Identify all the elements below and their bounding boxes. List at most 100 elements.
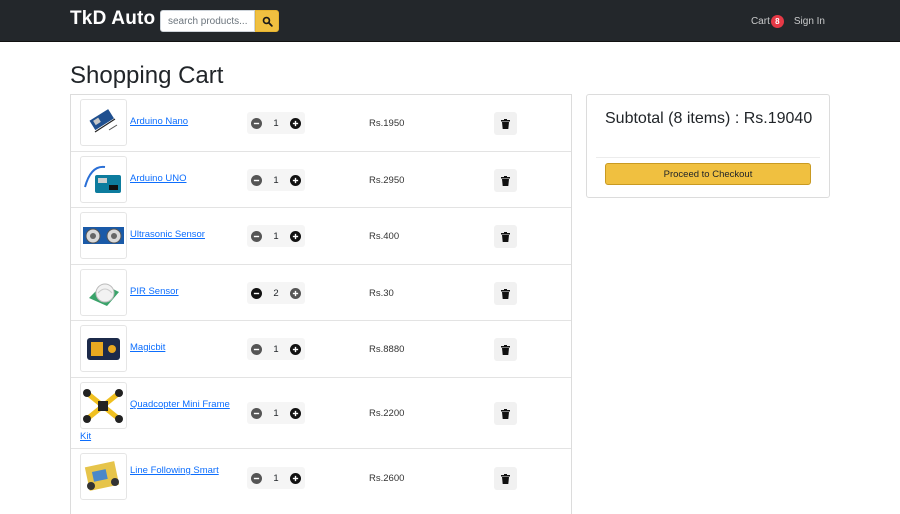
minus-icon: [253, 412, 260, 414]
decrease-quantity-button[interactable]: [251, 472, 262, 484]
quantity-stepper: 1: [247, 402, 305, 424]
minus-icon: [253, 235, 260, 237]
brand-logo[interactable]: TkD Auto: [70, 8, 155, 30]
product-image: [80, 212, 127, 259]
increase-quantity-button[interactable]: [289, 407, 301, 419]
search-form: [160, 10, 279, 32]
cart-item-row: Quadcopter Mini Frame Kit 1 Rs.2200: [71, 378, 571, 449]
search-input[interactable]: [160, 10, 255, 32]
cart-list: Arduino Nano 1 Rs.1950 Arduino UNO 1 Rs.…: [70, 94, 572, 514]
cart-item-row: Line Following Smart 1 Rs.2600: [71, 449, 571, 509]
decrease-quantity-button[interactable]: [251, 407, 262, 419]
cart-item-row: Arduino UNO 1 Rs.2950: [71, 152, 571, 208]
product-image: [80, 325, 127, 372]
cart-item-row: Arduino Nano 1 Rs.1950: [71, 95, 571, 152]
product-image: [80, 269, 127, 316]
subtotal-text: Subtotal (8 items) : Rs.19040: [605, 110, 813, 127]
trash-icon: [501, 231, 510, 242]
product-image: [80, 99, 127, 146]
increase-quantity-button[interactable]: [289, 230, 301, 242]
cart-item-row: PIR Sensor 2 Rs.30: [71, 265, 571, 321]
increase-quantity-button[interactable]: [289, 117, 301, 129]
quantity-value: 1: [273, 407, 279, 419]
search-icon: [262, 16, 273, 27]
increase-quantity-button[interactable]: [289, 287, 301, 299]
plus-icon: [292, 410, 299, 416]
decrease-quantity-button[interactable]: [251, 174, 262, 186]
quantity-stepper: 1: [247, 169, 305, 191]
decrease-quantity-button[interactable]: [251, 117, 262, 129]
product-image: [80, 453, 127, 500]
decrease-quantity-button[interactable]: [251, 287, 262, 299]
cart-label: Cart: [750, 16, 770, 27]
order-summary-card: Subtotal (8 items) : Rs.19040 Proceed to…: [586, 94, 830, 198]
trash-icon: [501, 408, 510, 419]
minus-icon: [253, 292, 260, 294]
quantity-value: 1: [273, 343, 279, 355]
remove-item-button[interactable]: [494, 112, 517, 135]
quantity-value: 1: [273, 174, 279, 186]
cart-link[interactable]: Cart 8: [751, 15, 784, 28]
minus-icon: [253, 179, 260, 181]
increase-quantity-button[interactable]: [289, 343, 301, 355]
item-price: Rs.8880: [369, 344, 405, 355]
quantity-value: 2: [273, 287, 279, 299]
quantity-stepper: 2: [247, 282, 305, 304]
minus-icon: [253, 348, 260, 350]
decrease-quantity-button[interactable]: [251, 343, 262, 355]
quantity-stepper: 1: [247, 467, 305, 489]
product-link[interactable]: PIR Sensor: [130, 286, 179, 297]
item-price: Rs.2200: [369, 408, 405, 419]
quantity-value: 1: [273, 472, 279, 484]
search-button[interactable]: [255, 10, 279, 32]
product-link[interactable]: Ultrasonic Sensor: [130, 229, 205, 240]
product-image: [80, 382, 127, 429]
cart-count-badge: 8: [770, 15, 784, 28]
quantity-value: 1: [273, 230, 279, 242]
plus-icon: [292, 475, 299, 481]
product-link[interactable]: Arduino Nano: [130, 116, 188, 127]
trash-icon: [501, 175, 510, 186]
plus-icon: [292, 346, 299, 352]
plus-icon: [292, 233, 299, 239]
quantity-value: 1: [273, 117, 279, 129]
nav-right: Cart 8 Sign In: [751, 15, 825, 28]
plus-icon: [292, 177, 299, 183]
trash-icon: [501, 344, 510, 355]
item-price: Rs.30: [369, 288, 394, 299]
item-price: Rs.400: [369, 231, 400, 242]
product-link[interactable]: Arduino UNO: [130, 173, 187, 184]
remove-item-button[interactable]: [494, 169, 517, 192]
trash-icon: [501, 288, 510, 299]
cart-item-row: Magicbit 1 Rs.8880: [71, 321, 571, 378]
item-price: Rs.2950: [369, 175, 405, 186]
item-price: Rs.2600: [369, 473, 405, 484]
quantity-stepper: 1: [247, 112, 305, 134]
remove-item-button[interactable]: [494, 402, 517, 425]
summary-divider: [596, 157, 820, 158]
product-link[interactable]: Line Following Smart: [130, 465, 219, 476]
plus-icon: [292, 120, 299, 126]
cart-item-row: Ultrasonic Sensor 1 Rs.400: [71, 208, 571, 265]
minus-icon: [253, 477, 260, 479]
increase-quantity-button[interactable]: [289, 174, 301, 186]
remove-item-button[interactable]: [494, 338, 517, 361]
remove-item-button[interactable]: [494, 225, 517, 248]
plus-icon: [292, 290, 299, 296]
trash-icon: [501, 473, 510, 484]
product-link[interactable]: Magicbit: [130, 342, 165, 353]
trash-icon: [501, 118, 510, 129]
proceed-to-checkout-button[interactable]: Proceed to Checkout: [605, 163, 811, 185]
remove-item-button[interactable]: [494, 282, 517, 305]
decrease-quantity-button[interactable]: [251, 230, 262, 242]
quantity-stepper: 1: [247, 338, 305, 360]
navbar: TkD Auto Cart 8 Sign In: [0, 0, 900, 42]
product-link-continued[interactable]: Kit: [80, 431, 91, 442]
minus-icon: [253, 122, 260, 124]
signin-link[interactable]: Sign In: [794, 16, 825, 27]
remove-item-button[interactable]: [494, 467, 517, 490]
product-link[interactable]: Quadcopter Mini Frame: [130, 399, 230, 410]
quantity-stepper: 1: [247, 225, 305, 247]
increase-quantity-button[interactable]: [289, 472, 301, 484]
product-image: [80, 156, 127, 203]
